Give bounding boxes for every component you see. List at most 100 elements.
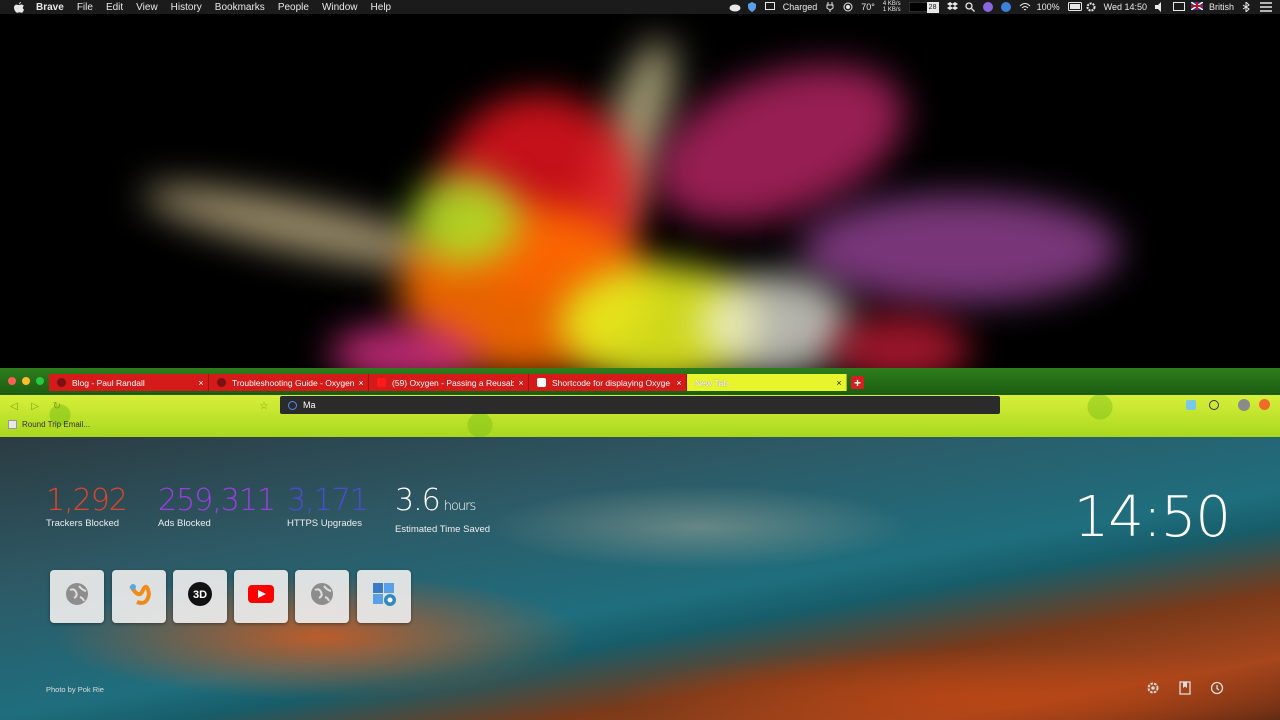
stat-value: 259,311 xyxy=(158,483,276,518)
tab-title: Shortcode for displaying Oxyge xyxy=(552,377,671,388)
youtube-favicon-icon xyxy=(377,378,386,387)
ntp-clock: 14:50 xyxy=(1073,485,1231,550)
tab-troubleshooting-guide[interactable]: Troubleshooting Guide - Oxygen × xyxy=(209,374,369,391)
zoom-window-button[interactable] xyxy=(36,377,44,385)
new-tab-button[interactable]: + xyxy=(851,376,864,389)
record-icon[interactable] xyxy=(843,2,853,12)
icloud-icon[interactable] xyxy=(729,2,741,12)
tab-shortcode[interactable]: Shortcode for displaying Oxyge × xyxy=(529,374,687,391)
settings-gear-icon[interactable] xyxy=(1146,681,1160,695)
browser-toolbar: ◁ ▷ ↻ ☆ Round Trip Email... xyxy=(0,395,1280,437)
stat-value: 3,171 xyxy=(287,483,369,518)
bookmark-item[interactable]: Round Trip Email... xyxy=(8,420,90,429)
extension-circle-icon[interactable] xyxy=(1209,400,1219,410)
wifi-icon[interactable] xyxy=(1019,2,1030,12)
battery-percent: 100% xyxy=(1036,2,1060,12)
calendar-icon[interactable]: 28 xyxy=(926,1,939,13)
tab-new-tab[interactable]: New Tab × xyxy=(687,374,847,391)
photo-credit[interactable]: Photo by Pok Rie xyxy=(46,685,104,694)
tab-strip: Blog - Paul Randall × Troubleshooting Gu… xyxy=(0,368,1280,395)
weather-temperature[interactable]: 70° xyxy=(861,2,875,12)
display-icon[interactable] xyxy=(1172,2,1185,12)
menu-file[interactable]: File xyxy=(77,2,93,13)
history-icon[interactable] xyxy=(1210,681,1224,695)
top-site-tile[interactable] xyxy=(234,570,288,623)
close-tab-icon[interactable]: × xyxy=(514,378,528,388)
tab-youtube-oxygen[interactable]: (59) Oxygen - Passing a Reusab × xyxy=(369,374,529,391)
tab-blog-paul-randall[interactable]: Blog - Paul Randall × xyxy=(49,374,209,391)
menu-edit[interactable]: Edit xyxy=(106,2,123,13)
address-bar[interactable] xyxy=(280,396,1000,414)
stat-time-saved: 3.6 hours Estimated Time Saved xyxy=(395,483,491,536)
notification-center-icon[interactable] xyxy=(1260,2,1272,12)
siri-icon[interactable] xyxy=(982,2,993,12)
net-down-text: 1 KB/s xyxy=(882,7,901,13)
tab-title: (59) Oxygen - Passing a Reusab xyxy=(392,377,514,388)
menu-window[interactable]: Window xyxy=(322,2,358,13)
site-favicon-icon xyxy=(57,378,66,387)
gear-icon[interactable] xyxy=(1086,2,1096,12)
globe-icon xyxy=(310,582,334,611)
tab-title: New Tab xyxy=(695,377,728,388)
search-engine-icon xyxy=(288,400,297,410)
top-site-tile[interactable]: 3D xyxy=(173,570,227,623)
close-tab-icon[interactable]: × xyxy=(354,378,368,388)
battery-menu-icon[interactable] xyxy=(764,2,775,12)
search-icon[interactable] xyxy=(964,2,975,12)
close-tab-icon[interactable]: × xyxy=(672,378,686,388)
input-source-label[interactable]: British xyxy=(1209,2,1234,12)
forward-icon[interactable]: ▷ xyxy=(29,401,41,412)
top-site-tile[interactable] xyxy=(295,570,349,623)
close-window-button[interactable] xyxy=(8,377,16,385)
dropbox-icon[interactable] xyxy=(946,2,958,12)
menubar-clock[interactable]: Wed 14:50 xyxy=(1104,2,1147,12)
plug-icon[interactable] xyxy=(825,2,835,12)
top-site-tile[interactable] xyxy=(112,570,166,623)
cpu-graph-icon[interactable] xyxy=(908,1,932,13)
bookmarks-icon[interactable] xyxy=(1178,681,1192,695)
top-site-tile[interactable] xyxy=(357,570,411,623)
site-favicon-icon xyxy=(537,378,546,387)
menu-people[interactable]: People xyxy=(278,2,309,13)
tab-title: Blog - Paul Randall xyxy=(72,377,145,388)
hook-logo-icon xyxy=(125,580,153,613)
stat-ads-blocked: 259,311 Ads Blocked xyxy=(158,483,276,530)
bluetooth-icon[interactable] xyxy=(1242,0,1252,14)
battery-icon[interactable] xyxy=(1067,2,1082,12)
minimize-window-button[interactable] xyxy=(22,377,30,385)
close-tab-icon[interactable]: × xyxy=(194,378,208,388)
youtube-icon xyxy=(248,585,274,608)
globe-icon xyxy=(65,582,89,611)
back-icon[interactable]: ◁ xyxy=(8,401,20,412)
menu-bookmarks[interactable]: Bookmarks xyxy=(215,2,265,13)
apple-menu-icon[interactable] xyxy=(12,0,26,14)
reload-icon[interactable]: ↻ xyxy=(51,401,63,412)
menu-view[interactable]: View xyxy=(136,2,158,13)
macos-menu-bar: Brave File Edit View History Bookmarks P… xyxy=(0,0,1280,14)
menu-history[interactable]: History xyxy=(171,2,202,13)
address-input[interactable] xyxy=(303,400,983,410)
shield-icon[interactable] xyxy=(747,2,757,12)
desktop-wallpaper xyxy=(0,14,1280,368)
menu-help[interactable]: Help xyxy=(371,2,392,13)
profile-avatar-icon[interactable] xyxy=(1238,399,1250,411)
stat-label: Trackers Blocked xyxy=(46,518,120,529)
top-site-tile[interactable] xyxy=(50,570,104,623)
stat-label: Estimated Time Saved xyxy=(395,524,491,535)
info-icon[interactable] xyxy=(1000,2,1011,12)
menu-app-brave[interactable]: Brave xyxy=(36,2,64,13)
extension-icon[interactable] xyxy=(1186,400,1196,410)
puzzle-gear-icon xyxy=(370,580,398,613)
close-tab-icon[interactable]: × xyxy=(832,378,846,388)
stat-trackers-blocked: 1,292 Trackers Blocked xyxy=(46,483,128,530)
tab-title: Troubleshooting Guide - Oxygen xyxy=(232,377,354,388)
stat-unit: hours xyxy=(443,499,477,514)
volume-icon[interactable] xyxy=(1154,2,1165,12)
battery-status-text: Charged xyxy=(782,2,818,12)
network-speed: 4 KB/s 1 KB/s xyxy=(883,1,901,13)
brave-shields-icon[interactable] xyxy=(1259,399,1270,410)
flag-uk-icon[interactable] xyxy=(1190,1,1204,12)
bookmark-star-icon[interactable]: ☆ xyxy=(258,401,270,412)
stat-value: 1,292 xyxy=(46,483,128,518)
stat-value: 3.6 xyxy=(395,483,441,518)
